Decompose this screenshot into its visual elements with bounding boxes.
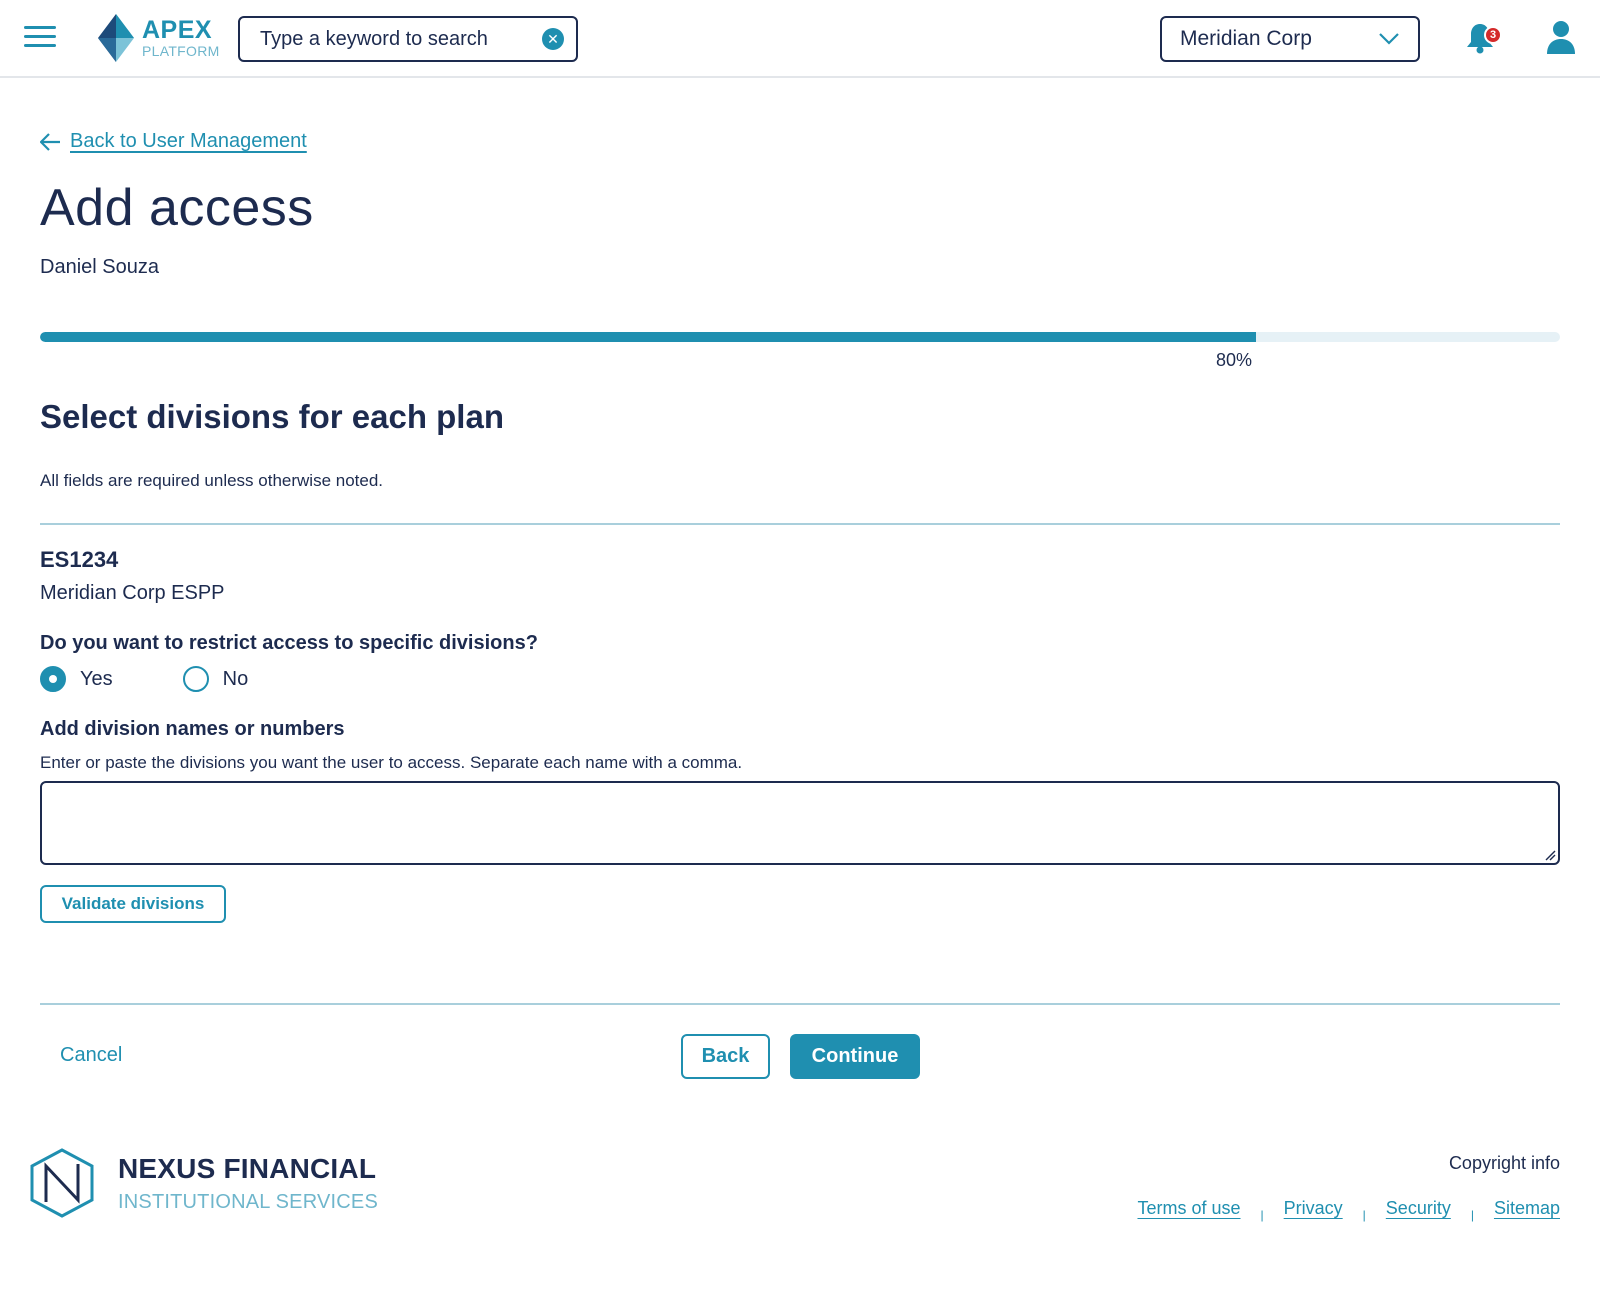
progress-fill — [40, 332, 1256, 342]
restrict-question: Do you want to restrict access to specif… — [40, 632, 538, 654]
footer-brand-name: NEXUS FINANCIAL — [118, 1152, 377, 1184]
radio-yes-circle[interactable] — [40, 666, 66, 692]
footer-link-privacy[interactable]: Privacy — [1284, 1198, 1343, 1219]
continue-button[interactable]: Continue — [790, 1034, 920, 1079]
footer-separator: | — [1470, 1207, 1474, 1222]
notification-badge: 3 — [1484, 26, 1502, 44]
division-names-input[interactable] — [40, 781, 1560, 865]
footer-link-sitemap[interactable]: Sitemap — [1494, 1198, 1560, 1219]
footer-separator: | — [1260, 1207, 1264, 1222]
user-menu-button[interactable] — [1546, 20, 1578, 56]
user-name: Daniel Souza — [40, 256, 159, 278]
clear-icon[interactable]: ✕ — [542, 28, 564, 50]
page-title: Add access — [40, 179, 314, 237]
nexus-logo: NEXUS FINANCIAL INSTITUTIONAL SERVICES — [30, 1148, 378, 1218]
divider — [40, 1003, 1560, 1005]
nexus-logo-icon — [30, 1148, 94, 1218]
user-icon — [1547, 21, 1575, 54]
resize-grip-icon[interactable] — [1544, 849, 1556, 861]
section-title: Select divisions for each plan — [40, 398, 504, 435]
radio-no[interactable]: No — [182, 666, 249, 692]
divider — [40, 523, 1560, 525]
logo-subtitle: PLATFORM — [142, 43, 220, 59]
cancel-link[interactable]: Cancel — [60, 1044, 122, 1067]
radio-yes[interactable]: Yes — [40, 666, 113, 692]
apex-logo-icon — [98, 14, 134, 62]
progress-label: 80% — [1216, 350, 1253, 370]
division-field-help: Enter or paste the divisions you want th… — [40, 753, 743, 772]
progress-bar — [40, 332, 1560, 342]
arrow-left-icon — [40, 132, 60, 151]
notifications-button[interactable]: 3 — [1466, 22, 1502, 56]
copyright-text: Copyright info — [1448, 1153, 1560, 1173]
footer-brand-sub: INSTITUTIONAL SERVICES — [118, 1190, 379, 1213]
required-note: All fields are required unless otherwise… — [40, 471, 384, 490]
back-to-user-management-link[interactable]: Back to User Management — [40, 130, 307, 153]
footer-link-security[interactable]: Security — [1386, 1198, 1451, 1219]
back-button[interactable]: Back — [681, 1034, 770, 1079]
back-link-label: Back to User Management — [70, 130, 307, 152]
company-selected: Meridian Corp — [1180, 27, 1312, 50]
footer-links: Terms of use | Privacy | Security | Site… — [1137, 1198, 1560, 1222]
plan-id: ES1234 — [40, 547, 119, 572]
chevron-down-icon — [1379, 33, 1399, 45]
company-dropdown[interactable]: Meridian Corp — [1160, 16, 1420, 62]
radio-yes-label: Yes — [80, 667, 113, 690]
plan-name: Meridian Corp ESPP — [40, 582, 225, 604]
validate-divisions-button[interactable]: Validate divisions — [40, 885, 226, 923]
logo-name: APEX — [142, 16, 213, 44]
menu-icon[interactable] — [24, 26, 56, 50]
search-box: ✕ — [238, 16, 578, 62]
restrict-radio-group: Yes No — [40, 666, 318, 692]
division-field-label: Add division names or numbers — [40, 718, 345, 740]
footer-separator: | — [1362, 1207, 1366, 1222]
search-input[interactable] — [260, 27, 542, 51]
radio-no-label: No — [222, 667, 249, 690]
radio-no-circle[interactable] — [182, 666, 209, 692]
apex-logo[interactable]: APEX PLATFORM — [98, 14, 220, 62]
footer-link-terms[interactable]: Terms of use — [1137, 1198, 1240, 1219]
top-header: APEX PLATFORM ✕ Meridian Corp 3 — [0, 0, 1600, 78]
